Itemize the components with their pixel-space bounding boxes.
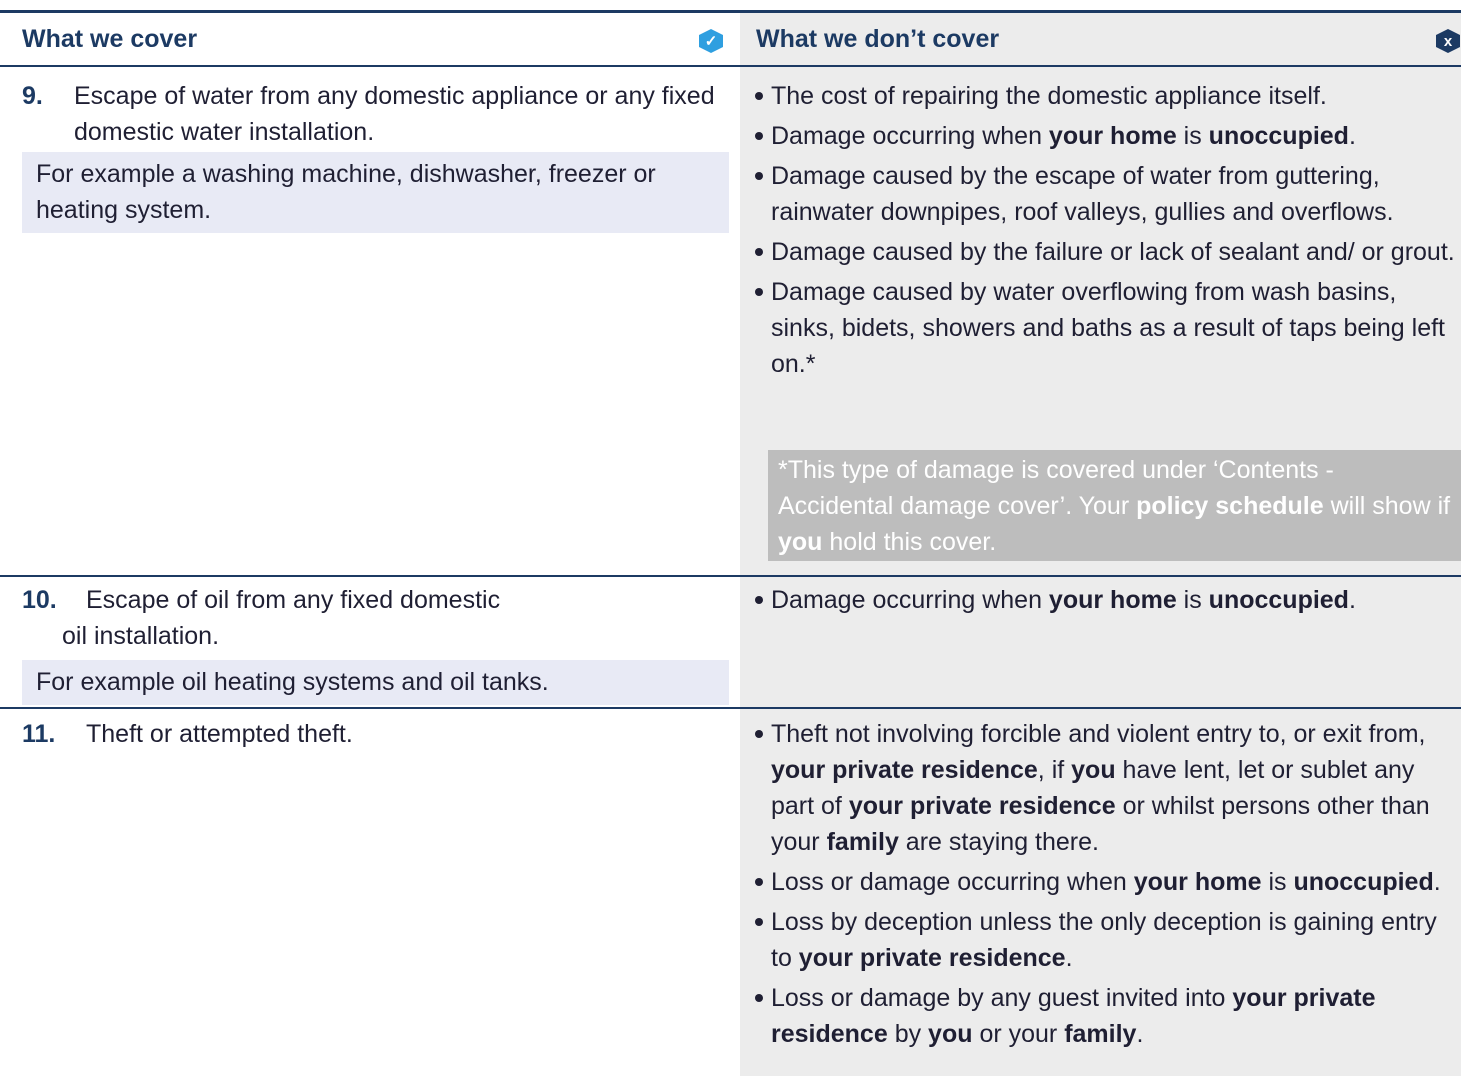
text-fragment: will show if — [1323, 492, 1451, 520]
row-number: 9. — [22, 82, 43, 110]
defined-term: your home — [1133, 868, 1262, 896]
defined-term: unoccupied — [1208, 586, 1349, 614]
not-cover-header-title: What we don’t cover — [756, 25, 1000, 53]
cover-text: Theft or attempted theft. — [86, 720, 353, 748]
row-11-cover: 11. Theft or attempted theft. — [22, 716, 722, 752]
cover-text-continued: oil installation. — [62, 622, 220, 650]
row-10-exclusions: Damage occurring when your home is unocc… — [755, 582, 1455, 622]
text-fragment: is — [1176, 122, 1209, 150]
defined-term: family — [1064, 1020, 1137, 1048]
cover-header: What we cover ✓ — [0, 13, 740, 65]
defined-term: unoccupied — [1208, 122, 1349, 150]
defined-term: you — [1071, 756, 1116, 784]
row-9-exclusions: The cost of repairing the domestic appli… — [755, 78, 1455, 386]
defined-term: your private residence — [771, 756, 1038, 784]
text-fragment: . — [1136, 1020, 1144, 1048]
exclusion-item: Damage caused by the escape of water fro… — [755, 158, 1455, 230]
text-fragment: is — [1176, 586, 1209, 614]
text-fragment: . — [1065, 944, 1073, 972]
text-fragment: , if — [1037, 756, 1072, 784]
defined-term: you — [778, 528, 823, 556]
text-fragment: Loss or damage occurring when — [771, 868, 1134, 896]
row-9-example: For example a washing machine, dishwashe… — [22, 152, 729, 233]
exclusion-item: Loss or damage by any guest invited into… — [755, 980, 1455, 1052]
row-9-cover: 9. Escape of water from any domestic app… — [22, 78, 722, 150]
text-fragment: . — [1348, 122, 1356, 150]
text-fragment: Damage caused by the failure or lack of … — [771, 238, 1455, 266]
exclusion-item: Damage caused by water overflowing from … — [755, 274, 1455, 382]
text-fragment: Damage caused by water overflowing from … — [771, 278, 1445, 378]
text-fragment: is — [1261, 868, 1294, 896]
cover-text: Escape of oil from any fixed domestic — [86, 586, 501, 614]
text-fragment: The cost of repairing the domestic appli… — [771, 82, 1327, 110]
text-fragment: hold this cover. — [822, 528, 997, 556]
policy-cover-table: What we cover ✓ What we don’t cover x 9.… — [0, 0, 1461, 1076]
cover-text: Escape of water from any domestic applia… — [74, 82, 715, 146]
text-fragment: Damage caused by the escape of water fro… — [771, 162, 1394, 226]
defined-term: your private residence — [798, 944, 1066, 972]
row-10-cover: 10. Escape of oil from any fixed domesti… — [22, 582, 722, 654]
not-cover-header: What we don’t cover x — [740, 13, 1461, 65]
row-11-exclusions: Theft not involving forcible and violent… — [755, 716, 1455, 1056]
cover-header-title: What we cover — [22, 25, 198, 53]
check-icon: ✓ — [699, 29, 723, 53]
text-fragment: Theft not involving forcible and violent… — [771, 720, 1426, 748]
text-fragment: Damage occurring when — [771, 122, 1049, 150]
text-fragment: Damage occurring when — [771, 586, 1049, 614]
exclusion-item: Damage occurring when your home is unocc… — [755, 118, 1455, 154]
row-number: 11. — [22, 720, 56, 748]
defined-term: your home — [1048, 122, 1177, 150]
text-fragment: . — [1433, 868, 1441, 896]
defined-term: you — [928, 1020, 973, 1048]
exclusion-item: The cost of repairing the domestic appli… — [755, 78, 1455, 114]
defined-term: your home — [1048, 586, 1177, 614]
text-fragment: are staying there. — [898, 828, 1099, 856]
text-fragment: . — [1348, 586, 1356, 614]
row-9-note: *This type of damage is covered under ‘C… — [768, 450, 1461, 561]
defined-term: your private residence — [848, 792, 1116, 820]
exclusion-item: Damage caused by the failure or lack of … — [755, 234, 1455, 270]
text-fragment: Loss or damage by any guest invited into — [771, 984, 1233, 1012]
text-fragment: by — [887, 1020, 929, 1048]
defined-term: family — [826, 828, 899, 856]
text-fragment: or your — [972, 1020, 1065, 1048]
exclusion-item: Theft not involving forcible and violent… — [755, 716, 1455, 860]
exclusion-item: Loss by deception unless the only decept… — [755, 904, 1455, 976]
defined-term: policy schedule — [1136, 492, 1324, 520]
row-10-example: For example oil heating systems and oil … — [22, 660, 729, 705]
x-icon: x — [1436, 29, 1460, 53]
exclusion-item: Damage occurring when your home is unocc… — [755, 582, 1455, 618]
row-number: 10. — [22, 586, 57, 614]
exclusion-item: Loss or damage occurring when your home … — [755, 864, 1455, 900]
defined-term: unoccupied — [1293, 868, 1434, 896]
